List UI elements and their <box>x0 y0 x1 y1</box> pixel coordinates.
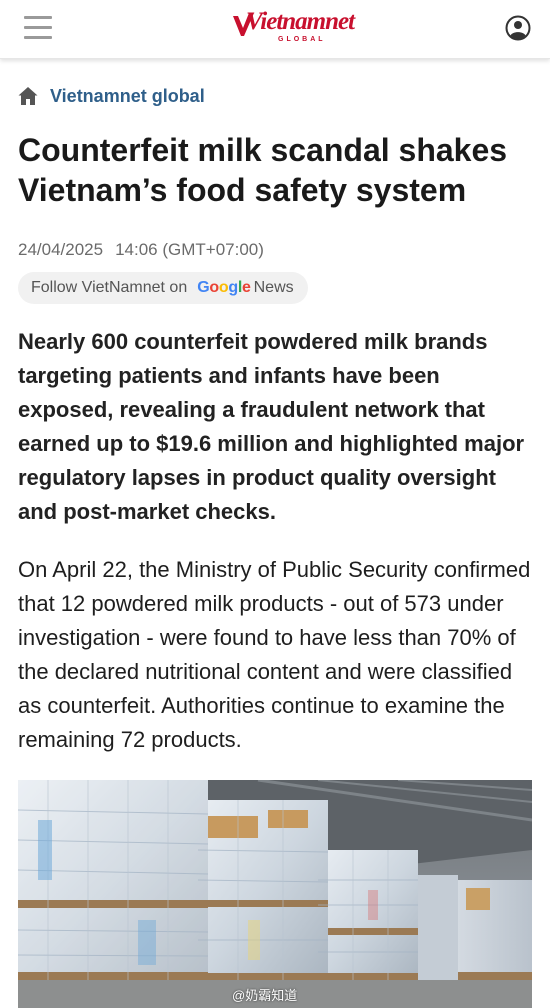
article-lead: Nearly 600 counterfeit powdered milk bra… <box>18 329 525 524</box>
user-account-icon[interactable] <box>505 15 531 41</box>
follow-label: Follow VietNamnet on <box>31 279 188 296</box>
watermark-text: @奶霸知道 <box>232 988 298 1003</box>
news-label: News <box>253 279 294 296</box>
publish-date: 24/04/2025 <box>18 240 104 259</box>
follow-google-news-button[interactable]: Follow VietNamnet on Google News <box>18 272 308 304</box>
breadcrumb: Vietnamnet global <box>18 84 205 108</box>
home-icon[interactable] <box>18 86 38 106</box>
logo-subtitle: GLOBAL <box>278 36 326 43</box>
article-body-paragraph: On April 22, the Ministry of Public Secu… <box>18 557 531 752</box>
vietnamnet-logo[interactable]: Vietnamnet GLOBAL <box>232 6 355 50</box>
breadcrumb-link-vietnamnet-global[interactable]: Vietnamnet global <box>50 86 205 107</box>
article-page: Vietnamnet GLOBAL Vietnamnet global Coun… <box>0 0 550 1008</box>
article-photo[interactable] <box>18 780 532 1008</box>
article-dateline: 24/04/2025 14:06 (GMT+07:00) <box>18 240 264 260</box>
publish-time: 14:06 (GMT+07:00) <box>115 240 264 259</box>
article-title: Counterfeit milk scandal shakes Vietnam’… <box>18 132 508 208</box>
warehouse-milk-pallets-image <box>18 780 532 1008</box>
google-logo: Google <box>197 279 251 296</box>
hamburger-menu-icon[interactable] <box>24 16 52 40</box>
top-navigation-bar: Vietnamnet GLOBAL <box>0 0 550 59</box>
logo-wordmark: Vietnamnet <box>246 8 355 35</box>
